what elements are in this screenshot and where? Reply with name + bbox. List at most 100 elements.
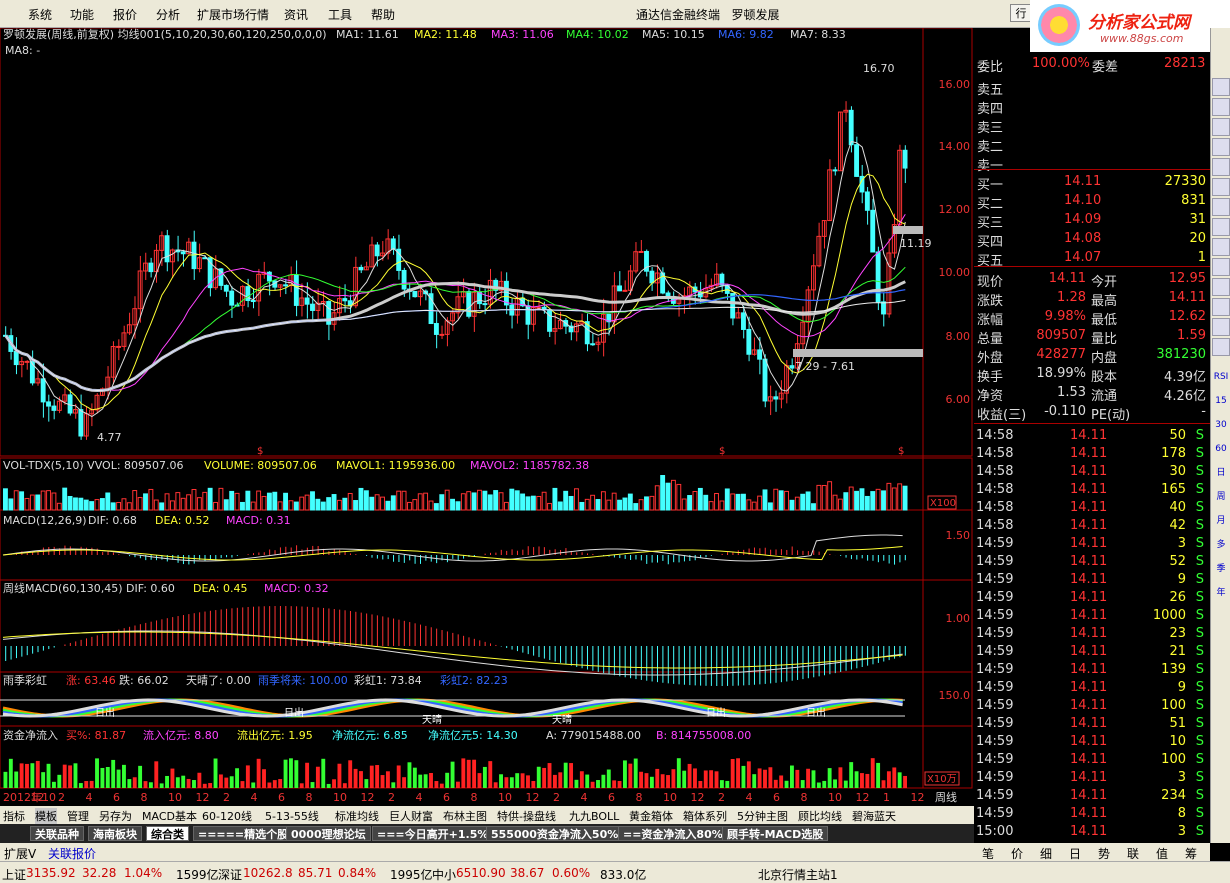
indicator-tab[interactable]: 巨人财富 [389, 808, 433, 824]
quote-tab[interactable]: 细 [1040, 845, 1052, 862]
menu-news[interactable]: 资讯 [284, 6, 308, 23]
wmacd-dea: DEA: 0.45 [193, 582, 247, 595]
block-tab[interactable]: 555000资金净流入50% [486, 826, 624, 841]
quote-tab[interactable]: 筹 [1185, 845, 1197, 862]
toolbar-btn[interactable]: 日 [1212, 464, 1230, 482]
tool-icon[interactable] [1212, 178, 1230, 196]
quote-tab[interactable]: 联 [1127, 845, 1139, 862]
indicator-tab[interactable]: 60-120线 [202, 808, 252, 824]
chart-area[interactable]: $ $ $ 罗顿发展(周线,前复权) 均线001(5,10,20,30,60,120… [0, 28, 974, 806]
toolbar-btn[interactable]: 月 [1212, 512, 1230, 530]
block-tab[interactable]: 0000理想论坛 [286, 826, 371, 841]
flow-bar [596, 780, 600, 788]
tab-ext-v[interactable]: 扩展V [4, 845, 36, 862]
tool-icon[interactable] [1212, 338, 1230, 356]
tool-icon[interactable] [1212, 218, 1230, 236]
tool-icon[interactable] [1212, 98, 1230, 116]
toolbar-btn[interactable]: 季 [1212, 560, 1230, 578]
volume-bar [234, 492, 240, 511]
quote-tab[interactable]: 值 [1156, 845, 1168, 862]
menu-analysis[interactable]: 分析 [156, 6, 180, 23]
toolbar-btn[interactable]: 多 [1212, 536, 1230, 554]
ma4-label: MA4: 10.02 [566, 28, 629, 41]
indicator-tab[interactable]: 顾比均线 [798, 808, 842, 824]
indicator-tab[interactable]: 指标 [3, 808, 25, 824]
volume-bar [875, 488, 881, 511]
toolbar-btn[interactable]: 年 [1212, 584, 1230, 602]
volume-bar [450, 498, 456, 511]
indicator-tab[interactable]: 布林主图 [443, 808, 487, 824]
block-tab[interactable]: ===今日高开+1.5% [372, 826, 494, 841]
flow-bar [305, 762, 310, 788]
tool-icon[interactable] [1212, 138, 1230, 156]
menu-right-button[interactable]: 行 [1010, 4, 1032, 22]
flow-bar [800, 780, 805, 788]
indicator-tab[interactable]: 模板 [35, 808, 57, 824]
menu-function[interactable]: 功能 [70, 6, 94, 23]
indicator-tab[interactable]: 特供-操盘线 [497, 808, 556, 824]
toolbar-btn[interactable]: RSI [1212, 368, 1230, 386]
indicator-tab[interactable]: 管理 [67, 808, 89, 824]
tool-icon[interactable] [1212, 198, 1230, 216]
tool-icon[interactable] [1212, 298, 1230, 316]
quote-tab[interactable]: 日 [1069, 845, 1081, 862]
x-tick: 4 [251, 791, 258, 804]
candle [46, 401, 51, 407]
block-tab[interactable]: 顾手转-MACD选股 [722, 826, 829, 841]
x-axis: 2012年1012 2 4 6 8 10 12 2 4 6 8 10 12 2 4 6 8 10 12 2 4 6 8 10 1… [3, 790, 925, 804]
menu-quote[interactable]: 报价 [113, 6, 137, 23]
volume-bar [250, 501, 256, 511]
flow-bar [515, 773, 520, 788]
menu-system[interactable]: 系统 [28, 6, 52, 23]
tool-icon[interactable] [1212, 258, 1230, 276]
flow-bar [569, 763, 574, 788]
indicator-tab[interactable]: 另存为 [99, 808, 132, 824]
stat-row: 总量 809507 量比 1.59 [977, 328, 1206, 347]
indicator-tab[interactable]: 标准均线 [335, 808, 379, 824]
quote-tab[interactable]: 笔 [982, 845, 994, 862]
indicator-tab[interactable]: MACD基本 [142, 808, 197, 824]
candle [875, 251, 881, 303]
y-axis-main: 16.00 14.00 12.00 10.00 8.00 6.00 [939, 78, 971, 406]
quote-tab[interactable]: 价 [1011, 845, 1023, 862]
toolbar-btn[interactable]: 60 [1212, 440, 1230, 458]
toolbar-btn[interactable]: 30 [1212, 416, 1230, 434]
volume-bar [116, 501, 122, 511]
tool-icon[interactable] [1212, 158, 1230, 176]
indicator-tab[interactable]: 5-13-55线 [265, 808, 319, 824]
menu-help[interactable]: 帮助 [371, 6, 395, 23]
toolbar-btn[interactable]: 15 [1212, 392, 1230, 410]
tab-related-quote[interactable]: 关联报价 [48, 845, 96, 862]
indicator-tab[interactable]: 碧海蓝天 [852, 808, 896, 824]
tool-icon[interactable] [1212, 78, 1230, 96]
volume-bar [627, 493, 633, 511]
tool-icon[interactable] [1212, 318, 1230, 336]
indicator-tab[interactable]: 黄金箱体 [629, 808, 673, 824]
flow-bar [57, 774, 62, 788]
menu-tools[interactable]: 工具 [328, 6, 352, 23]
stat-row: 涨跌 1.28 最高 14.11 [977, 290, 1206, 309]
period-label: 周线 [935, 790, 957, 804]
toolbar-btn[interactable]: 周 [1212, 488, 1230, 506]
volume-bar [644, 496, 649, 511]
tool-icon[interactable] [1212, 238, 1230, 256]
block-tab[interactable]: 综合类 [146, 826, 189, 841]
block-tab[interactable]: 关联品种 [30, 826, 84, 841]
wmacd-header: 周线MACD(60,130,45) [3, 581, 123, 595]
indicator-tab[interactable]: 5分钟主图 [737, 808, 788, 824]
menu-ext-market[interactable]: 扩展市场行情 [197, 6, 269, 23]
block-tab[interactable]: ==资金净流入80% [618, 826, 728, 841]
tick-row: 14:59 14.11 23 S [976, 626, 1204, 641]
rainbow-item: 跌: 66.02 [119, 673, 169, 687]
tool-icon[interactable] [1212, 278, 1230, 296]
x-tick: 6 [113, 791, 120, 804]
block-tab[interactable]: =====精选个股 [193, 826, 294, 841]
tool-icon[interactable] [1212, 118, 1230, 136]
volume-bar [714, 493, 719, 511]
flow-bar [208, 783, 213, 788]
indicator-tab[interactable]: 箱体系列 [683, 808, 727, 824]
indicator-tab[interactable]: 九九BOLL [569, 808, 619, 824]
sell-row: 卖三 [977, 121, 1004, 136]
quote-tab[interactable]: 势 [1098, 845, 1110, 862]
block-tab[interactable]: 海南板块 [88, 826, 142, 841]
